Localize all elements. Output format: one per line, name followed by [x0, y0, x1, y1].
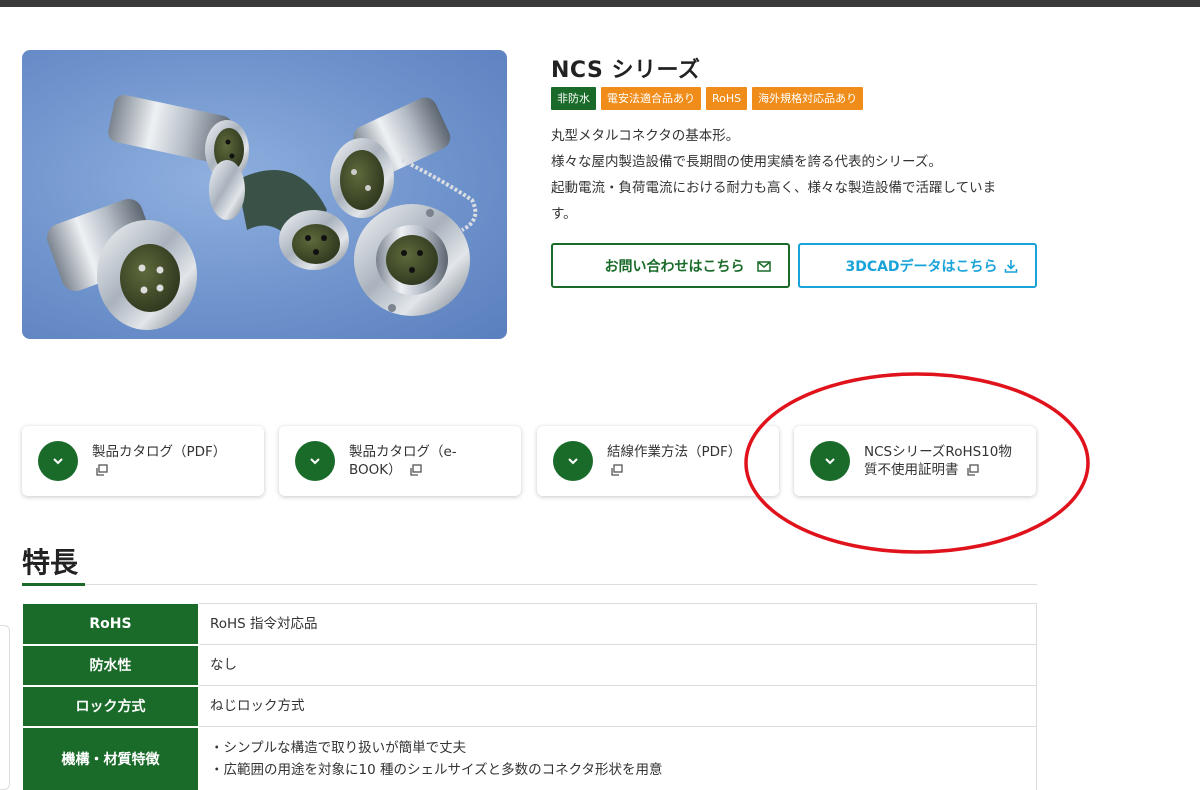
download-card-line: 製品カタログ（e- — [349, 444, 457, 460]
row-value: ねじロック方式 — [198, 685, 1037, 727]
download-card-wiring-pdf[interactable]: 結線作業方法（PDF） — [537, 426, 779, 496]
download-card-line: 結線作業方法（PDF） — [607, 444, 742, 460]
table-row: 防水性 なし — [22, 644, 1037, 687]
row-label: RoHS — [22, 603, 199, 646]
download-card-catalog-ebook[interactable]: 製品カタログ（e- BOOK） — [279, 426, 521, 496]
external-window-icon — [611, 464, 623, 476]
download-card-label: NCSシリーズRoHS10物 質不使用証明書 — [864, 443, 1026, 479]
expand-circle-icon — [810, 441, 850, 481]
heading-divider — [22, 584, 1037, 585]
side-tab[interactable] — [0, 625, 10, 790]
product-description: 丸型メタルコネクタの基本形。 様々な屋内製造設備で長期間の使用実績を誇る代表的シ… — [551, 123, 1041, 227]
badge-overseas-standard: 海外規格対応品あり — [752, 87, 864, 110]
external-window-icon — [410, 464, 422, 476]
download-card-catalog-pdf[interactable]: 製品カタログ（PDF） — [22, 426, 264, 496]
description-line: 丸型メタルコネクタの基本形。 — [551, 128, 740, 144]
top-bar — [0, 0, 1200, 7]
row-value-line: ・広範囲の用途を対象に10 種のシェルサイズと多数のコネクタ形状を用意 — [210, 761, 663, 778]
description-line: 様々な屋内製造設備で長期間の使用実績を誇る代表的シリーズ。 — [551, 154, 942, 170]
external-window-icon — [96, 464, 108, 476]
description-line: す。 — [551, 206, 577, 222]
contact-button[interactable]: お問い合わせはこちら — [551, 243, 790, 288]
download-card-line: 製品カタログ（PDF） — [92, 444, 227, 460]
row-label: 防水性 — [22, 644, 199, 687]
download-card-label: 結線作業方法（PDF） — [607, 443, 769, 479]
download-card-line: 質不使用証明書 — [864, 462, 959, 478]
row-value-line: ・シンプルな構造で取り扱いが簡単で丈夫 — [210, 739, 467, 756]
heading-accent — [22, 583, 85, 586]
row-value: RoHS 指令対応品 — [198, 603, 1037, 645]
product-image — [22, 50, 507, 339]
contact-button-label: お問い合わせはこちら — [604, 258, 745, 275]
download-icon — [1004, 260, 1018, 273]
badge-list: 非防水 電安法適合品あり RoHS 海外規格対応品あり — [551, 87, 864, 110]
expand-circle-icon — [295, 441, 335, 481]
cad-button-label: 3DCADデータはこちら — [845, 258, 998, 275]
description-line: 起動電流・負荷電流における耐力も高く、様々な製造設備で活躍していま — [551, 180, 997, 196]
table-row: ロック方式 ねじロック方式 — [22, 685, 1037, 728]
badge-pse-compliant: 電安法適合品あり — [601, 87, 701, 110]
features-table: RoHS RoHS 指令対応品 防水性 なし ロック方式 ねじロック方式 機構・… — [22, 603, 1037, 790]
external-window-icon — [967, 464, 979, 476]
download-card-rohs-certificate[interactable]: NCSシリーズRoHS10物 質不使用証明書 — [794, 426, 1036, 496]
table-row: 機構・材質特徴 ・シンプルな構造で取り扱いが簡単で丈夫 ・広範囲の用途を対象に1… — [22, 726, 1037, 790]
badge-rohs: RoHS — [706, 87, 748, 110]
features-heading: 特長 — [22, 546, 79, 579]
download-card-label: 製品カタログ（e- BOOK） — [349, 443, 511, 479]
download-card-line: NCSシリーズRoHS10物 — [864, 444, 1012, 460]
table-row: RoHS RoHS 指令対応品 — [22, 603, 1037, 646]
row-value: なし — [198, 644, 1037, 686]
expand-circle-icon — [38, 441, 78, 481]
row-label: 機構・材質特徴 — [22, 726, 199, 790]
badge-non-waterproof: 非防水 — [551, 87, 596, 110]
download-card-line: BOOK） — [349, 462, 402, 478]
product-title: NCS シリーズ — [551, 58, 701, 83]
row-label: ロック方式 — [22, 685, 199, 728]
download-card-label: 製品カタログ（PDF） — [92, 443, 254, 479]
cad-download-button[interactable]: 3DCADデータはこちら — [798, 243, 1037, 288]
expand-circle-icon — [553, 441, 593, 481]
mail-icon — [757, 261, 771, 272]
row-value: ・シンプルな構造で取り扱いが簡単で丈夫 ・広範囲の用途を対象に10 種のシェルサ… — [198, 726, 1037, 790]
